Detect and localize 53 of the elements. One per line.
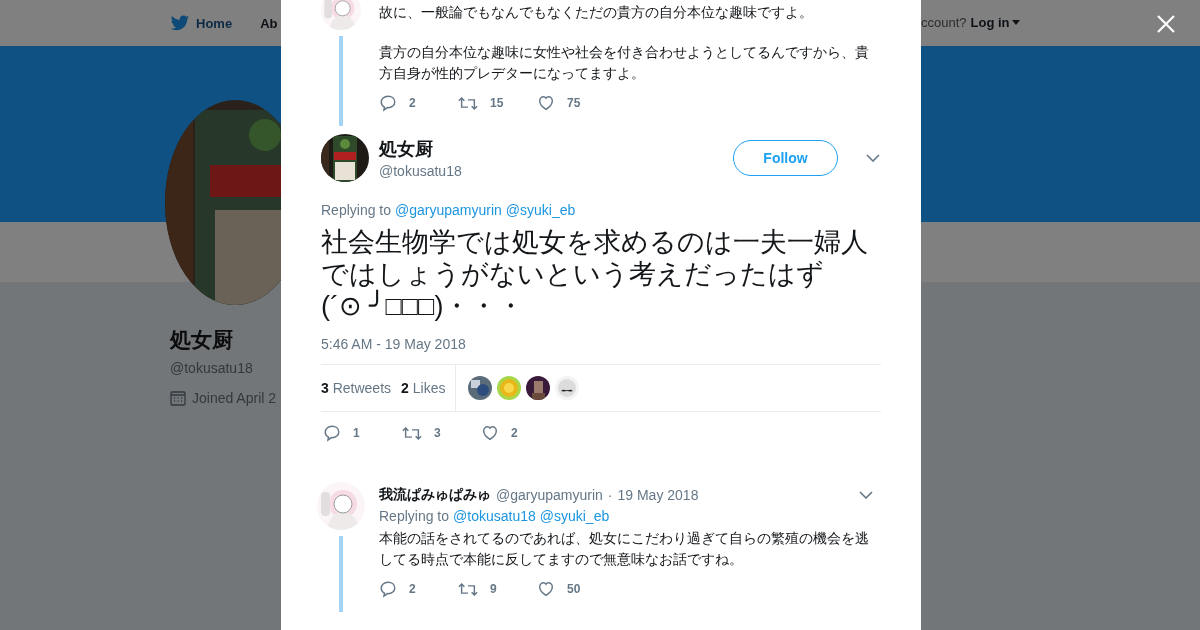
- separator-dot: ·: [607, 487, 613, 503]
- reply-icon[interactable]: [323, 424, 341, 442]
- like-count: 2: [511, 426, 518, 440]
- mention-link[interactable]: @syuki_eb: [539, 508, 610, 524]
- replying-label: Replying to: [321, 202, 392, 218]
- tweet-text: 本能の話をされてるのであれば、処女にこだわり過ぎて自らの繁殖の機会を逃してる時点で本能に反してますので無意味なお話ですね。: [379, 529, 870, 569]
- retweet-icon[interactable]: [402, 424, 422, 442]
- replying-label: Replying to: [379, 508, 450, 524]
- calendar-icon: [170, 390, 186, 406]
- reply-count: 2: [409, 582, 416, 596]
- tweet-text: (´⊙ ╯□□□)・・・: [321, 290, 526, 322]
- profile-name: 処女厨: [170, 327, 233, 353]
- reply-icon[interactable]: [379, 580, 397, 598]
- mention-link[interactable]: @syuki_eb: [505, 202, 576, 218]
- retweet-count: 9: [490, 582, 497, 596]
- retweet-count: 15: [490, 96, 504, 110]
- chevron-down-icon[interactable]: [859, 491, 873, 499]
- account-prompt: ccount?: [921, 15, 967, 30]
- nav-link[interactable]: Ab: [260, 15, 278, 31]
- author-handle: @tokusatu18: [379, 163, 463, 179]
- like-count: 75: [567, 96, 581, 110]
- bird-icon: [170, 14, 190, 32]
- retweet-icon[interactable]: [458, 94, 478, 112]
- retweet-icon[interactable]: [458, 580, 478, 598]
- retweets-stat[interactable]: 3 Retweets: [321, 380, 392, 396]
- login-link[interactable]: Log in: [970, 15, 1020, 30]
- nav-link[interactable]: Home: [170, 14, 233, 32]
- likes-stat[interactable]: 2 Likes: [401, 380, 446, 396]
- follow-button[interactable]: Follow: [733, 140, 838, 176]
- heart-icon[interactable]: [537, 94, 555, 112]
- profile-handle: @tokusatu18: [170, 360, 253, 376]
- like-count: 50: [567, 582, 581, 596]
- author-name: 処女厨: [379, 138, 434, 161]
- retweet-count: 3: [434, 426, 441, 440]
- reply-icon[interactable]: [379, 94, 397, 112]
- reply-count: 1: [353, 426, 360, 440]
- timestamp: 5:46 AM - 19 May 2018: [321, 336, 467, 352]
- caret-icon: [1011, 20, 1020, 25]
- heart-icon[interactable]: [481, 424, 499, 442]
- tweet-date[interactable]: 19 May 2018: [617, 487, 699, 503]
- heart-icon[interactable]: [537, 580, 555, 598]
- author-handle: @garyupamyurin: [496, 487, 603, 503]
- author-name: 我流ぱみゅぱみゅ: [379, 486, 491, 504]
- reply-count: 2: [409, 96, 416, 110]
- chevron-down-icon[interactable]: [866, 154, 880, 162]
- tweet-text: 貴方の自分本位な趣味に女性や社会を付き合わせようとしてるんですから、貴方自身が性的プレデターになってますよ。: [379, 43, 870, 83]
- mention-link[interactable]: @tokusatu18: [453, 508, 536, 524]
- tweet-text: ではしょうがないという考えだったはず: [321, 258, 825, 289]
- joined-date: Joined April 2: [192, 390, 277, 406]
- tweet-text: 故に、一般論でもなんでもなくただの貴方の自分本位な趣味ですよ。: [379, 3, 814, 22]
- close-icon[interactable]: [1157, 15, 1175, 33]
- tweet-text: 社会生物学では処女を求めるのは一夫一婦人: [321, 226, 869, 258]
- mention-link[interactable]: @garyupamyurin: [395, 202, 502, 218]
